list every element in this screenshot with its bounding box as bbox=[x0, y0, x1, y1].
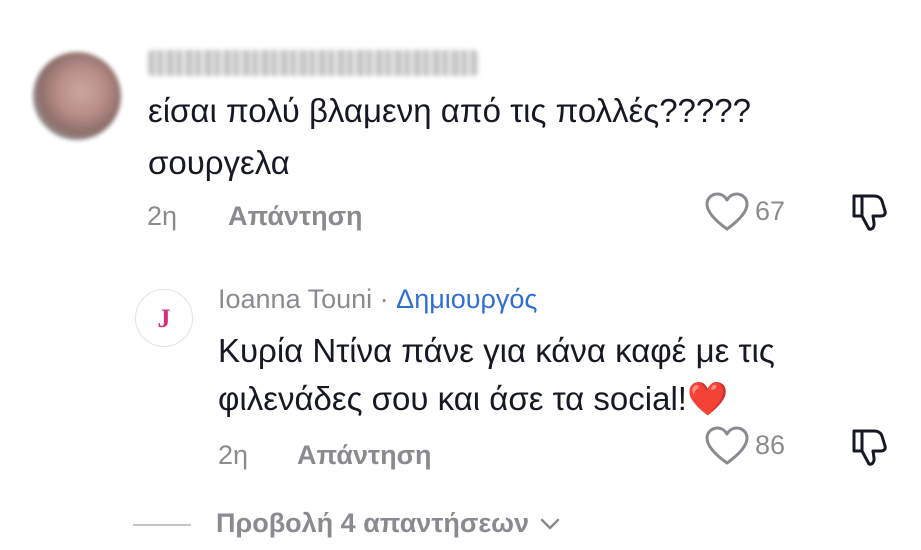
commenter-avatar[interactable] bbox=[33, 52, 121, 140]
comment-text-line2: σουργελα bbox=[148, 144, 290, 181]
commenter-username-blurred[interactable] bbox=[148, 50, 478, 76]
reply-timestamp: 2η bbox=[218, 440, 249, 470]
comment-dislike-button[interactable] bbox=[848, 192, 888, 232]
author-separator: · bbox=[372, 284, 397, 314]
reply-reply-button[interactable]: Απάντηση bbox=[297, 440, 432, 471]
reply-like-count: 86 bbox=[755, 430, 786, 460]
view-replies-label: Προβολή 4 απαντήσεων bbox=[216, 508, 529, 538]
reply-like-button[interactable] bbox=[705, 426, 749, 466]
creator-avatar[interactable]: J bbox=[135, 289, 193, 347]
thumbs-down-icon bbox=[852, 194, 887, 231]
comment-like-count: 67 bbox=[755, 196, 786, 226]
heart-outline-icon bbox=[705, 426, 749, 465]
replies-divider bbox=[133, 524, 191, 526]
view-replies-button[interactable]: Προβολή 4 απαντήσεων bbox=[216, 508, 561, 539]
thumbs-down-icon bbox=[852, 429, 887, 466]
reply-author-name[interactable]: Ioanna Touni bbox=[218, 284, 372, 314]
avatar-letter: J bbox=[157, 303, 171, 333]
reply-dislike-button[interactable] bbox=[848, 427, 888, 467]
chevron-down-icon bbox=[540, 518, 560, 529]
reply-header: Ioanna Touni · Δημιουργός bbox=[218, 284, 537, 315]
comment-reply-button[interactable]: Απάντηση bbox=[228, 201, 363, 232]
red-heart-emoji: ❤️ bbox=[686, 379, 729, 418]
heart-outline-icon bbox=[705, 192, 749, 231]
reply-text-line2-wrap: φιλενάδες σου και άσε τα social!❤️ bbox=[218, 373, 728, 425]
comment-timestamp: 2η bbox=[147, 201, 178, 231]
comment-text-line1: είσαι πολύ βλαμενη από τις πολλές????? bbox=[148, 92, 751, 129]
comment-like-button[interactable] bbox=[705, 192, 749, 232]
reply-text-line2: φιλενάδες σου και άσε τα social! bbox=[218, 380, 687, 417]
creator-badge: Δημιουργός bbox=[396, 284, 538, 314]
reply-text-line1: Κυρία Ντίνα πάνε για κάνα καφέ με τις bbox=[218, 332, 775, 369]
